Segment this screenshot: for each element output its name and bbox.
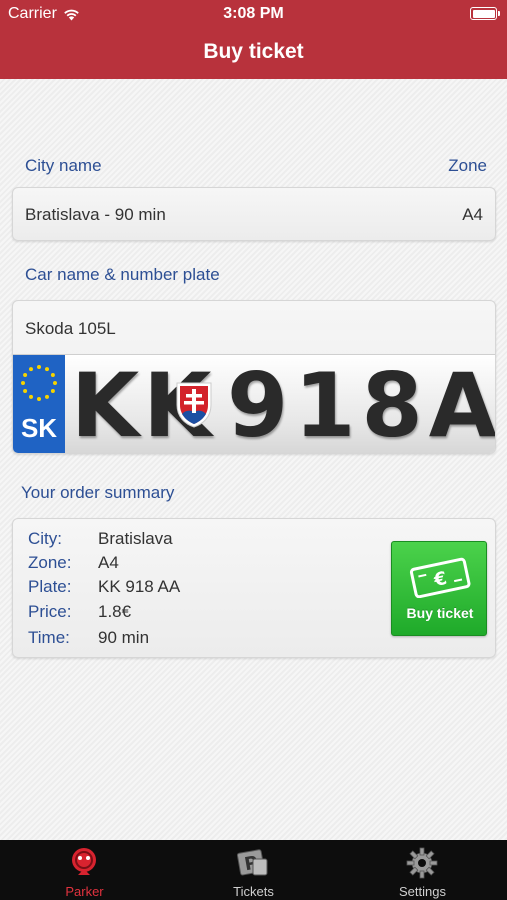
plate-number: 918AA [227,354,496,454]
status-time: 3:08 PM [223,5,284,22]
car-selector[interactable]: Skoda 105L SK KK 918AA [12,300,496,454]
summary-key: City: [28,529,62,548]
page-title: Buy ticket [203,40,304,63]
number-plate: SK KK 918AA [13,354,496,454]
order-summary-label: Your order summary [21,483,175,502]
battery-icon [470,7,500,20]
buy-ticket-label: Buy ticket [406,605,474,621]
eu-stars-icon [21,365,57,401]
tab-settings[interactable]: Settings [338,840,507,900]
order-summary-card: City: Bratislava Zone: A4 Plate: KK 918 … [12,518,496,658]
tab-tickets[interactable]: P Tickets [169,840,338,900]
summary-key: Price: [28,602,72,621]
country-code: SK [20,413,58,443]
car-name: Skoda 105L [25,319,116,338]
status-bar: Carrier 3:08 PM [0,0,507,28]
summary-value: 90 min [98,628,150,647]
zone-label: Zone [448,156,487,175]
zone-value: A4 [462,205,483,224]
summary-value: 1.8€ [98,602,132,621]
summary-key: Zone: [28,553,72,572]
tab-label: Tickets [233,884,274,899]
tab-bar: Parker P Tickets Settings [0,840,507,900]
tab-label: Parker [65,884,104,899]
eu-band: SK [13,355,65,453]
summary-value: A4 [98,553,119,572]
tickets-icon: P [236,849,268,876]
summary-value: KK 918 AA [98,577,181,596]
summary-key: Plate: [28,577,72,596]
tab-parker[interactable]: Parker [0,840,169,900]
tab-label: Settings [399,884,446,899]
summary-key: Time: [28,628,70,647]
car-label: Car name & number plate [25,265,220,284]
city-name-label: City name [25,156,102,175]
parker-icon [72,848,96,875]
city-zone-selector[interactable]: Bratislava - 90 min A4 [12,187,496,241]
navigation-bar: Carrier 3:08 PM Buy ticket [0,0,507,79]
svg-text:€: € [431,568,449,591]
summary-value: Bratislava [98,529,173,548]
city-value: Bratislava - 90 min [25,205,166,224]
banknote-euro-icon: € [409,557,471,598]
coat-of-arms-icon [176,382,212,428]
buy-ticket-button[interactable]: € Buy ticket [391,541,487,636]
gear-icon [406,847,438,879]
